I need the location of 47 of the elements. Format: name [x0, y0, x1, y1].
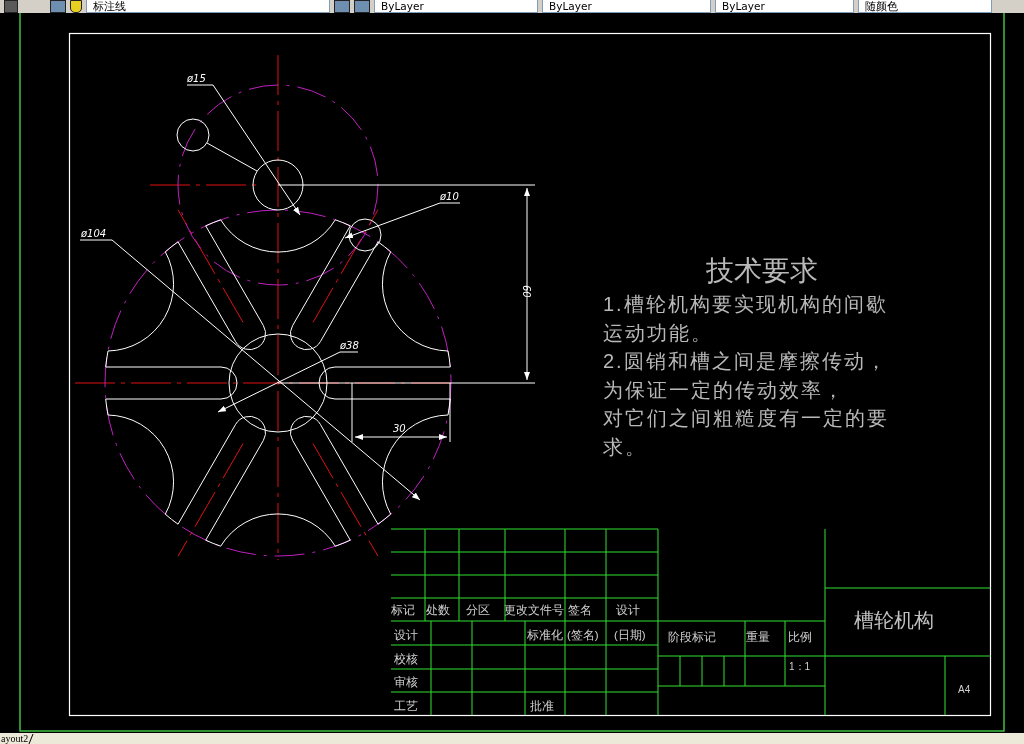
layers-icon[interactable] [334, 0, 350, 13]
requirement-text: 1.槽轮机构要实现机构的间歇 [603, 293, 888, 315]
requirement-text: 2.圆销和槽之间是摩擦传动， [603, 350, 888, 372]
table-cell: 分区 [466, 604, 490, 616]
table-cell: A4 [958, 684, 971, 695]
property-dropdown[interactable]: ByLayer [715, 0, 854, 13]
drawing-name: 槽轮机构 [854, 609, 934, 631]
table-cell: 工艺 [394, 699, 418, 712]
table-cell: 阶段标记 [668, 631, 716, 643]
table-cell: (日期) [614, 629, 646, 641]
layer-dropdown[interactable]: 标注线 [86, 0, 330, 13]
property-dropdown[interactable]: ByLayer [374, 0, 538, 13]
layout-tab[interactable]: ayout2 [0, 733, 29, 744]
link-line [206, 142, 258, 172]
dimension-label: ø15 [187, 73, 206, 84]
requirement-text: 运动功能。 [603, 321, 713, 344]
property-dropdown[interactable]: 随颜色 [858, 0, 992, 13]
layers-icon[interactable] [354, 0, 370, 13]
property-dropdown[interactable]: ByLayer [542, 0, 711, 13]
table-cell: 更改文件号 [504, 604, 564, 616]
table-cell: 批准 [530, 700, 554, 712]
requirement-text: 为保证一定的传动效率， [603, 378, 845, 401]
dimension-label: ø10 [440, 191, 459, 202]
dimension-label: 30 [393, 423, 406, 434]
requirement-text: 对它们之间粗糙度有一定的要 [603, 407, 889, 429]
table-cell: 重量 [746, 631, 770, 643]
table-cell: 审核 [394, 676, 418, 688]
bulb-icon[interactable] [70, 0, 82, 13]
pin-circle [348, 218, 382, 252]
table-cell: 签名 [568, 604, 592, 616]
table-cell: 处数 [426, 604, 450, 616]
requirement-text: 求。 [603, 435, 647, 458]
crank-circle [252, 159, 304, 211]
requirements-title: 技术要求 [706, 255, 818, 286]
table-cell: 比例 [788, 631, 812, 643]
table-cell: 设计 [394, 629, 418, 641]
table-cell: 校核 [394, 652, 418, 665]
table-cell: 标记 [391, 604, 415, 616]
pin-circle [176, 118, 210, 152]
dimension-label: 60 [521, 285, 532, 298]
table-cell: (签名) [567, 629, 599, 641]
dimension-label: ø38 [340, 340, 359, 351]
table-cell: 1：1 [789, 661, 811, 672]
layers-icon[interactable] [50, 0, 66, 13]
table-cell: 标准化 [527, 629, 563, 641]
table-cell: 设计 [616, 604, 640, 616]
dimension-label: ø104 [81, 228, 107, 239]
